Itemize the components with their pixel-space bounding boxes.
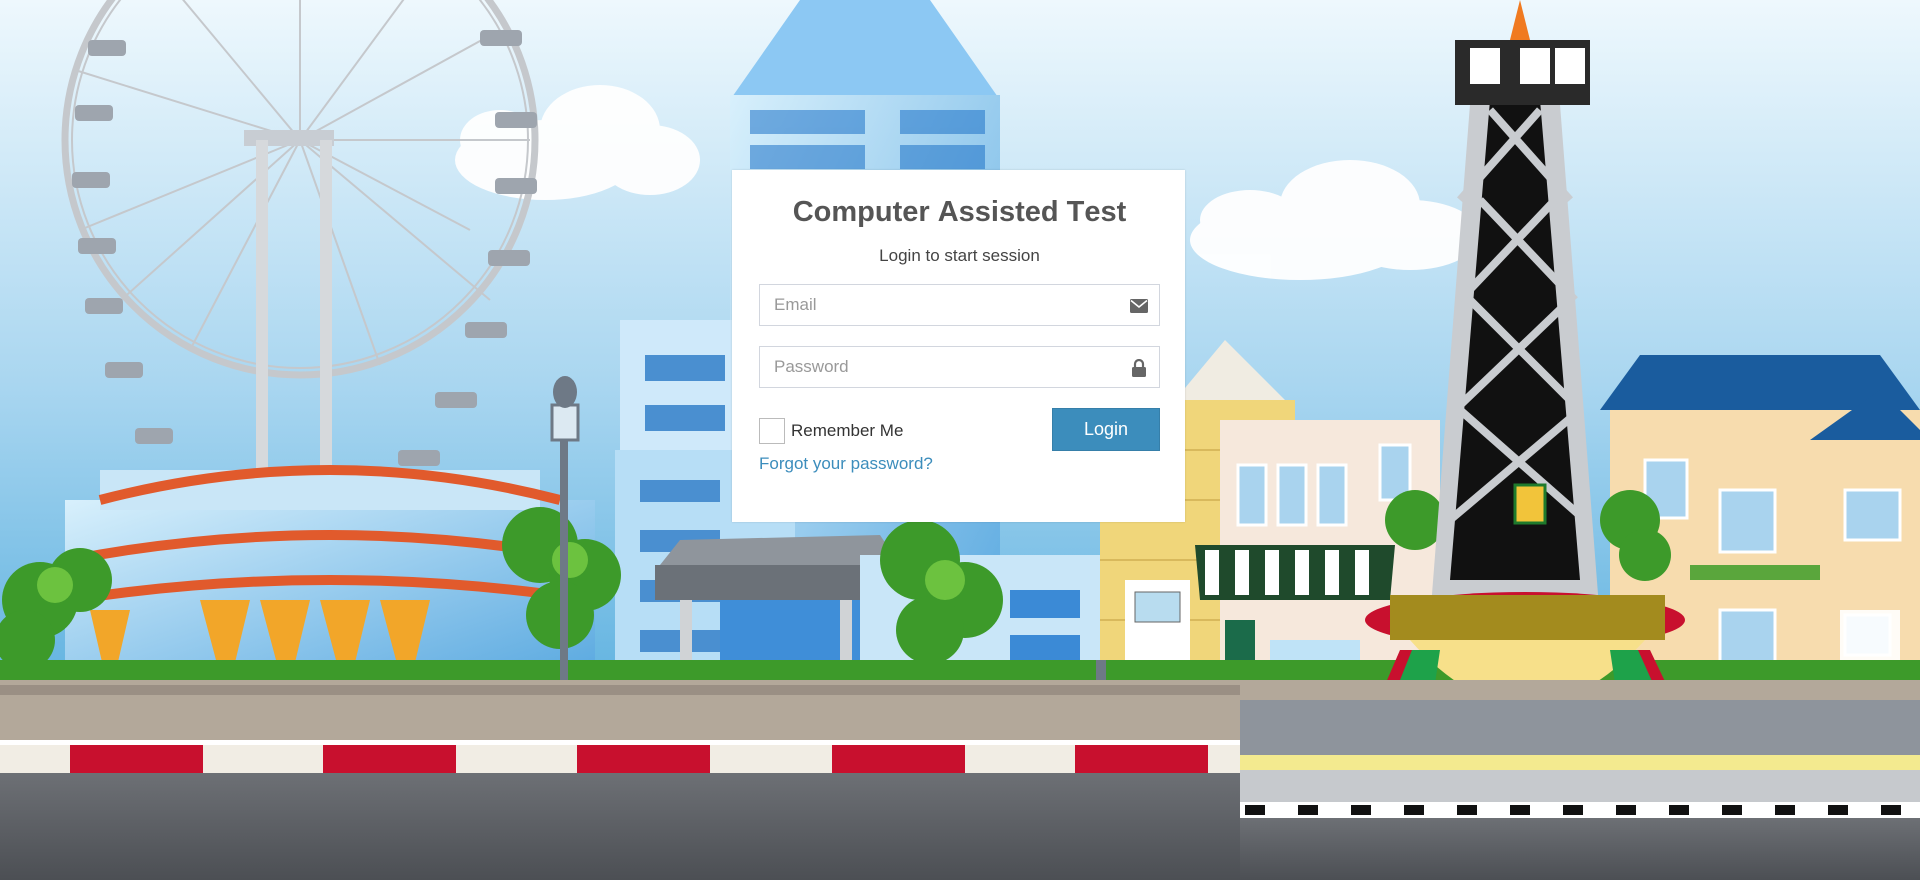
forgot-password-link[interactable]: Forgot your password? bbox=[759, 454, 1160, 474]
remember-me-label: Remember Me bbox=[791, 421, 904, 440]
title-part: A bbox=[937, 196, 959, 228]
title-part: ssisted bbox=[958, 196, 1067, 228]
remember-me[interactable]: Remember Me bbox=[759, 418, 903, 444]
title-part: T bbox=[1066, 196, 1085, 228]
password-input[interactable] bbox=[760, 347, 1159, 387]
login-subtitle: Login to start session bbox=[879, 246, 1040, 265]
email-input[interactable] bbox=[760, 285, 1159, 325]
login-actions-row: Remember Me Login bbox=[759, 408, 1160, 452]
lock-icon bbox=[1129, 358, 1149, 378]
login-box: Computer Assisted Test Login to start se… bbox=[732, 170, 1185, 522]
login-button[interactable]: Login bbox=[1052, 408, 1160, 451]
remember-me-checkbox[interactable] bbox=[759, 418, 785, 444]
title-part: omputer bbox=[813, 196, 938, 228]
title-part: C bbox=[792, 196, 814, 228]
title-part: est bbox=[1084, 196, 1127, 228]
password-field-group bbox=[759, 346, 1160, 388]
login-title: Computer Assisted Test bbox=[759, 192, 1160, 232]
envelope-icon bbox=[1129, 296, 1149, 316]
email-field-group bbox=[759, 284, 1160, 326]
